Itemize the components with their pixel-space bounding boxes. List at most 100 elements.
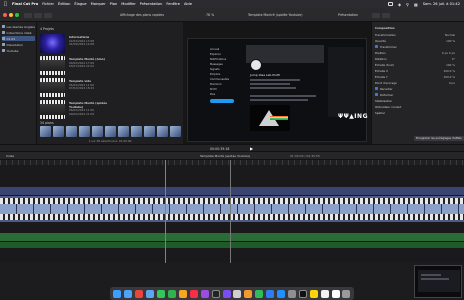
inspector-row[interactable]: Échelle (tout) 100 %	[375, 62, 461, 67]
inspector-row[interactable]: Déformer	[375, 92, 461, 97]
close-window-button[interactable]	[3, 13, 7, 17]
terminal-icon[interactable]	[298, 289, 307, 298]
menubar-clock[interactable]: Sam. 26 juil. à 01:42	[423, 2, 460, 6]
control-center-icon[interactable]: ▦	[414, 2, 418, 7]
notes-icon[interactable]	[309, 289, 318, 298]
mail-icon[interactable]	[146, 289, 155, 298]
list-item[interactable]: Template Monté (spidée Youtube) 06/02/202…	[40, 100, 180, 122]
battery-icon[interactable]	[387, 2, 393, 6]
picture-in-picture[interactable]	[414, 265, 462, 298]
primary-storyline[interactable]	[0, 196, 464, 222]
clip-thumbnail[interactable]	[40, 34, 65, 53]
trash-icon[interactable]	[342, 289, 351, 298]
clip-thumbnail[interactable]	[157, 126, 168, 137]
search-icon[interactable]: ⚲	[406, 2, 409, 7]
pages-icon[interactable]	[244, 289, 253, 298]
photos-icon[interactable]	[178, 289, 187, 298]
motion-icon[interactable]	[222, 289, 231, 298]
clip-thumbnail[interactable]	[131, 126, 142, 137]
list-item[interactable]: Template vide 05/02/2024 11:00 07/02/2024…	[40, 78, 180, 100]
list-item[interactable]: Informations 02/02/2024 13:08 01/09/2024 …	[40, 34, 180, 56]
clip-thumbnail[interactable]	[53, 126, 64, 137]
zoom-window-button[interactable]	[15, 13, 19, 17]
menu-fichier[interactable]: Fichier	[42, 2, 54, 6]
wifi-icon[interactable]: ◈	[398, 2, 401, 7]
reminders-icon[interactable]	[320, 289, 329, 298]
list-item[interactable]: Template Monté (Aion) 09/02/2024 17:09 03…	[40, 56, 180, 78]
inspector-row[interactable]: Échelle X 100.0 %	[375, 68, 461, 73]
messages-icon[interactable]	[157, 289, 166, 298]
inspector-row[interactable]: Transformer	[375, 44, 461, 49]
inspector-row[interactable]: Rotation 0°	[375, 56, 461, 61]
inspector-toggle-button[interactable]	[372, 12, 380, 18]
finder-icon[interactable]	[113, 289, 122, 298]
audio-track[interactable]	[0, 233, 464, 241]
podcasts-icon[interactable]	[200, 289, 209, 298]
inspector-row[interactable]: Position 0 px 0 px	[375, 50, 461, 55]
clip-thumbnail[interactable]	[79, 126, 90, 137]
inspector-row[interactable]: Spatial	[375, 110, 461, 115]
sidebar-item-alertes[interactable]: Les Alertes Anglais	[2, 24, 35, 29]
sidebar-item-collections[interactable]: Collections intell.	[2, 30, 32, 35]
menu-marquer[interactable]: Marquer	[91, 2, 106, 6]
sidebar-item-0204[interactable]: 02.04	[2, 36, 35, 41]
menu-app-name[interactable]: Final Cut Pro	[12, 2, 38, 6]
playhead[interactable]	[165, 160, 166, 263]
sidebar-item-youtube[interactable]: Youtube	[2, 48, 19, 53]
safari-icon[interactable]	[124, 289, 133, 298]
inspector-row[interactable]: Échelle Y 100.0 %	[375, 74, 461, 79]
share-button[interactable]	[382, 12, 390, 18]
timeline[interactable]	[0, 160, 464, 263]
menu-aide[interactable]: Aide	[184, 2, 192, 6]
menu-elague[interactable]: Élague	[74, 2, 86, 6]
checkbox-icon[interactable]	[375, 93, 378, 96]
connected-clip[interactable]	[0, 187, 464, 195]
music-icon[interactable]	[189, 289, 198, 298]
keyword-button[interactable]	[34, 12, 42, 18]
clip-thumbnail[interactable]	[40, 56, 65, 75]
checkbox-icon[interactable]	[375, 45, 378, 48]
menu-presentation[interactable]: Présentation	[140, 2, 163, 6]
import-button[interactable]	[24, 12, 32, 18]
menu-fenetre[interactable]: Fenêtre	[166, 2, 180, 6]
timeline-ruler[interactable]	[0, 160, 464, 165]
clip-thumbnail[interactable]	[118, 126, 129, 137]
viewer-mode-label[interactable]: Affichage des plans rapides	[120, 13, 164, 17]
final-cut-icon[interactable]	[211, 289, 220, 298]
inspector-row[interactable]: Recadrer	[375, 86, 461, 91]
menu-plan[interactable]: Plan	[110, 2, 118, 6]
inspector-row[interactable]: Stabilisation	[375, 98, 461, 103]
audio-track[interactable]	[0, 242, 464, 248]
calendar-icon[interactable]	[331, 289, 340, 298]
clip-thumbnail[interactable]	[170, 126, 181, 137]
sidebar-item-dissolution[interactable]: Dissolution	[2, 42, 23, 47]
viewer-frame[interactable]: Accueil Explorer Notifications Messages …	[187, 38, 368, 142]
compressor-icon[interactable]	[233, 289, 242, 298]
inspector-row[interactable]: Transformation Normal	[375, 32, 461, 37]
menu-modifier[interactable]: Modifier	[121, 2, 136, 6]
inspector-row[interactable]: Point d'ancrage 0 px	[375, 80, 461, 85]
view-menu[interactable]: Présentation	[338, 13, 358, 17]
zoom-level[interactable]: 78 %	[206, 13, 214, 17]
clip-thumbnail[interactable]	[40, 126, 51, 137]
numbers-icon[interactable]	[255, 289, 264, 298]
play-icon[interactable]: ▶	[250, 146, 253, 151]
settings-icon[interactable]	[287, 289, 296, 298]
index-button[interactable]: Index	[6, 154, 14, 158]
clip-thumbnail[interactable]	[92, 126, 103, 137]
clip-thumbnail[interactable]	[40, 100, 65, 119]
app-store-icon[interactable]	[277, 289, 286, 298]
save-effects-preset-button[interactable]: Enregistrer les préréglages d'effets	[414, 136, 464, 141]
facetime-icon[interactable]	[167, 289, 176, 298]
menu-edition[interactable]: Édition	[58, 2, 70, 6]
inspector-row[interactable]: Opacité 100 %	[375, 38, 461, 43]
timecode[interactable]: 00:00:39:18	[210, 147, 229, 151]
keynote-icon[interactable]	[266, 289, 275, 298]
clip-thumbnail[interactable]	[40, 78, 65, 97]
inspector-row[interactable]: Obturateur roulant	[375, 104, 461, 109]
analyze-button[interactable]	[44, 12, 52, 18]
clip-thumbnail[interactable]	[105, 126, 116, 137]
checkbox-icon[interactable]	[375, 87, 378, 90]
clip-thumbnail[interactable]	[144, 126, 155, 137]
apple-icon[interactable]: 	[4, 2, 9, 7]
